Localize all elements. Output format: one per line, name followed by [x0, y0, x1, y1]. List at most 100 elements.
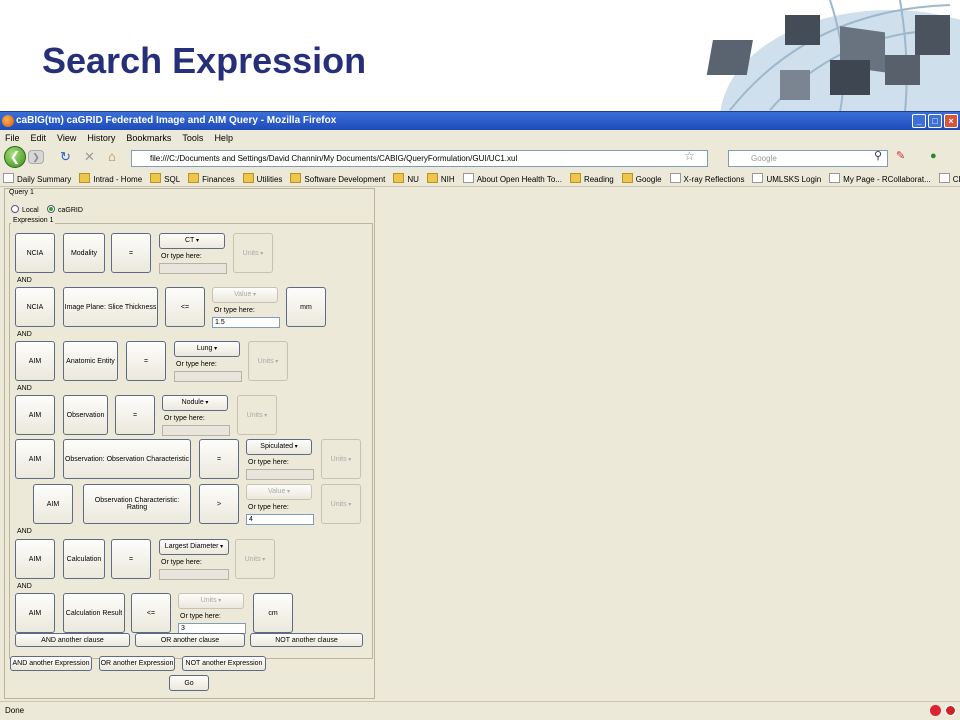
radio-cagrid[interactable]: caGRID — [47, 205, 83, 214]
skype-icon[interactable]: ● — [930, 149, 937, 163]
and-clause-button[interactable]: AND another clause — [15, 633, 130, 647]
operator-button[interactable]: = — [126, 341, 166, 381]
navigation-toolbar: ❮ ❯ ↻ ✕ ⌂ file:///C:/Documents and Setti… — [0, 146, 960, 172]
maximize-button[interactable]: □ — [928, 114, 942, 128]
edit-icon[interactable]: ✎ — [896, 149, 905, 163]
menu-view[interactable]: View — [57, 130, 76, 146]
menu-bar: File Edit View History Bookmarks Tools H… — [0, 130, 960, 146]
value-input[interactable] — [159, 569, 229, 580]
star-icon[interactable]: ☆ — [684, 149, 695, 163]
stop-icon[interactable]: ✕ — [84, 150, 95, 164]
bookmark-item[interactable]: Utilities — [243, 172, 283, 186]
value-dropdown: Units — [178, 593, 244, 609]
address-bar[interactable]: file:///C:/Documents and Settings/David … — [131, 150, 708, 167]
value-dropdown[interactable]: Nodule — [162, 395, 228, 411]
menu-help[interactable]: Help — [214, 130, 233, 146]
search-input[interactable]: Google — [728, 150, 888, 167]
or-type-label: Or type here: — [161, 559, 202, 566]
block-icon — [930, 705, 941, 716]
field-button[interactable]: Image Plane: Slice Thickness — [63, 287, 158, 327]
bookmarks-toolbar: Daily Summary Intrad - Home SQL Finances Uti… — [0, 172, 960, 187]
field-button[interactable]: Observation Characteristic: Rating — [83, 484, 191, 524]
close-button[interactable]: × — [944, 114, 958, 128]
or-clause-button[interactable]: OR another clause — [135, 633, 245, 647]
operator-button[interactable]: = — [115, 395, 155, 435]
go-button[interactable]: Go — [169, 675, 209, 691]
field-button[interactable]: Calculation Result — [63, 593, 125, 633]
value-dropdown: Value — [246, 484, 312, 500]
and-expression-button[interactable]: AND another Expression — [10, 656, 92, 671]
source-button[interactable]: AIM — [15, 395, 55, 435]
source-button[interactable]: NCIA — [15, 233, 55, 273]
radio-local[interactable]: Local — [11, 205, 39, 214]
bookmark-item[interactable]: SQL — [150, 172, 180, 186]
field-button[interactable]: Calculation — [63, 539, 105, 579]
units-dropdown[interactable]: cm — [253, 593, 293, 633]
page-content: Query 1 Local caGRID Expression 1 NCIA Mo… — [0, 188, 960, 701]
and-label: AND — [17, 385, 32, 392]
minimize-button[interactable]: _ — [912, 114, 926, 128]
field-button[interactable]: Observation — [63, 395, 108, 435]
reload-icon[interactable]: ↻ — [60, 150, 71, 164]
bookmark-item[interactable]: UMLSKS Login — [752, 172, 821, 186]
value-dropdown[interactable]: Largest Diameter — [159, 539, 229, 555]
field-button[interactable]: Anatomic Entity — [63, 341, 118, 381]
bookmark-item[interactable]: Reading — [570, 172, 614, 186]
or-type-label: Or type here: — [214, 307, 255, 314]
forward-button[interactable]: ❯ — [28, 150, 44, 164]
bookmark-item[interactable]: Daily Summary — [3, 172, 71, 186]
bookmark-item[interactable]: X-ray Reflections — [670, 172, 745, 186]
bookmark-item[interactable]: Google — [622, 172, 662, 186]
bookmark-item[interactable]: About Open Health To... — [463, 172, 562, 186]
bookmark-item[interactable]: CDE Browser — [939, 172, 960, 186]
search-icon[interactable]: ⚲ — [874, 149, 882, 163]
source-button[interactable]: AIM — [15, 593, 55, 633]
field-button[interactable]: Modality — [63, 233, 105, 273]
value-input[interactable] — [162, 425, 230, 436]
source-button[interactable]: AIM — [33, 484, 73, 524]
menu-history[interactable]: History — [87, 130, 115, 146]
operator-button[interactable]: > — [199, 484, 239, 524]
value-input[interactable] — [174, 371, 242, 382]
expression-legend: Expression 1 — [11, 217, 56, 224]
bookmark-item[interactable]: Software Development — [290, 172, 385, 186]
stop-sign-icon — [945, 705, 956, 716]
value-input[interactable]: 4 — [246, 514, 314, 525]
value-input[interactable] — [246, 469, 314, 480]
source-button[interactable]: AIM — [15, 439, 55, 479]
and-label: AND — [17, 528, 32, 535]
bookmark-item[interactable]: Intrad - Home — [79, 172, 142, 186]
back-button[interactable]: ❮ — [4, 146, 26, 168]
menu-tools[interactable]: Tools — [182, 130, 203, 146]
field-button[interactable]: Observation: Observation Characteristic — [63, 439, 191, 479]
query-panel: Query 1 Local caGRID Expression 1 NCIA Mo… — [4, 188, 375, 699]
bookmark-item[interactable]: Finances — [188, 172, 234, 186]
menu-file[interactable]: File — [5, 130, 20, 146]
value-input[interactable]: 1.5 — [212, 317, 280, 328]
units-dropdown[interactable]: mm — [286, 287, 326, 327]
bookmark-item[interactable]: NU — [393, 172, 419, 186]
source-button[interactable]: AIM — [15, 341, 55, 381]
value-dropdown[interactable]: Lung — [174, 341, 240, 357]
bookmark-item[interactable]: NIH — [427, 172, 455, 186]
operator-button[interactable]: <= — [131, 593, 171, 633]
value-dropdown[interactable]: Spiculated — [246, 439, 312, 455]
operator-button[interactable]: = — [111, 539, 151, 579]
operator-button[interactable]: <= — [165, 287, 205, 327]
menu-bookmarks[interactable]: Bookmarks — [126, 130, 171, 146]
bookmark-item[interactable]: My Page - RCollaborat... — [829, 172, 931, 186]
value-dropdown[interactable]: CT — [159, 233, 225, 249]
or-expression-button[interactable]: OR another Expression — [99, 656, 175, 671]
not-clause-button[interactable]: NOT another clause — [250, 633, 363, 647]
source-button[interactable]: NCIA — [15, 287, 55, 327]
browser-window: caBIG(tm) caGRID Federated Image and AIM… — [0, 111, 960, 720]
source-button[interactable]: AIM — [15, 539, 55, 579]
menu-edit[interactable]: Edit — [31, 130, 47, 146]
not-expression-button[interactable]: NOT another Expression — [182, 656, 266, 671]
home-icon[interactable]: ⌂ — [108, 150, 116, 164]
value-input[interactable] — [159, 263, 227, 274]
query-legend: Query 1 — [9, 189, 34, 196]
or-type-label: Or type here: — [164, 415, 205, 422]
operator-button[interactable]: = — [199, 439, 239, 479]
operator-button[interactable]: = — [111, 233, 151, 273]
